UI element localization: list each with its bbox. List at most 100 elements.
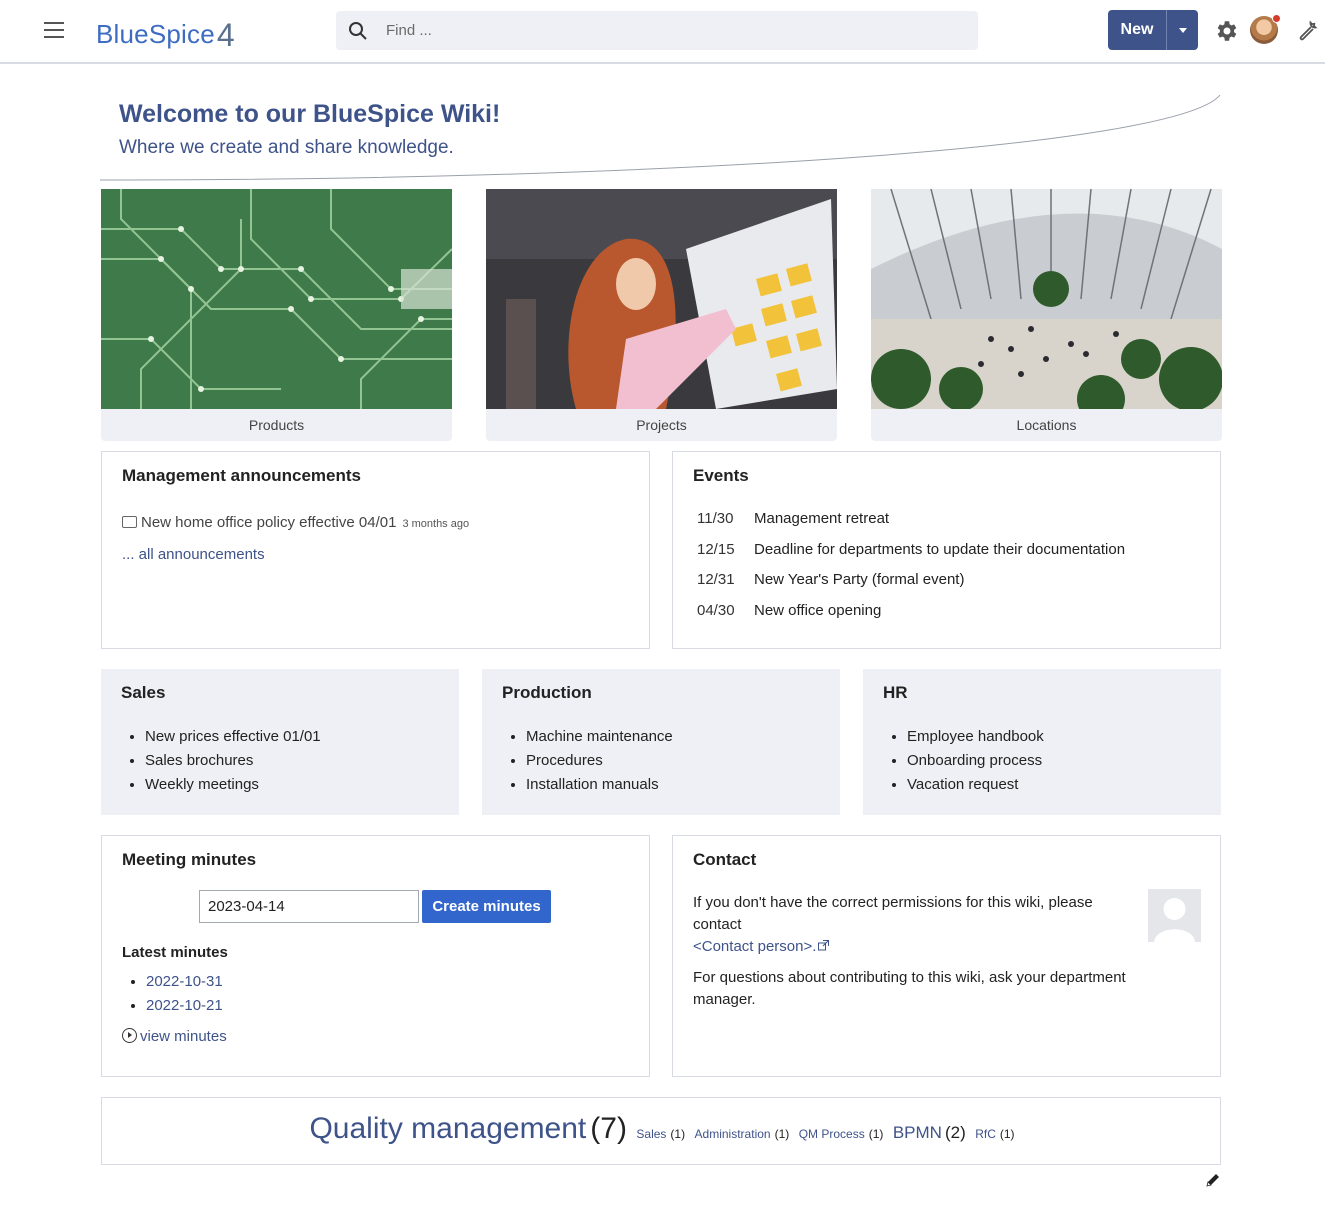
hr-panel: HR Employee handbook Onboarding process … — [863, 669, 1221, 815]
announcement-item[interactable]: New home office policy effective 04/01 3 … — [122, 514, 469, 531]
list-item: 2022-10-31 — [146, 970, 223, 994]
list-item[interactable]: Procedures — [526, 749, 673, 773]
comment-icon — [122, 516, 137, 528]
minutes-link[interactable]: 2022-10-21 — [146, 997, 223, 1014]
announcements-panel: Management announcements New home office… — [101, 451, 650, 649]
card-locations[interactable]: Locations — [871, 189, 1222, 441]
event-date: 12/31 — [697, 571, 735, 588]
card-caption: Projects — [636, 417, 687, 433]
list-item[interactable]: Installation manuals — [526, 773, 673, 797]
events-title: Events — [693, 466, 749, 485]
event-row: 04/30 New office opening — [697, 602, 1125, 633]
event-row: 12/15 Deadline for departments to update … — [697, 541, 1125, 572]
top-bar: BlueSpice4 New — [0, 0, 1325, 64]
event-text: New Year's Party (formal event) — [754, 571, 965, 588]
notification-dot — [1272, 14, 1281, 23]
production-panel: Production Machine maintenance Procedure… — [482, 669, 840, 815]
event-row: 11/30 Management retreat — [697, 510, 1125, 541]
minutes-link[interactable]: 2022-10-31 — [146, 973, 223, 990]
event-row: 12/31 New Year's Party (formal event) — [697, 571, 1125, 602]
event-date: 12/15 — [697, 540, 735, 558]
logo-number: 4 — [216, 17, 235, 53]
welcome-subtitle: Where we create and share knowledge. — [119, 137, 454, 158]
list-item[interactable]: New prices effective 01/01 — [145, 725, 321, 749]
sales-panel: Sales New prices effective 01/01 Sales b… — [101, 669, 459, 815]
contact-title: Contact — [693, 850, 757, 869]
announcement-text[interactable]: New home office policy effective 04/01 — [141, 514, 396, 531]
production-list: Machine maintenance Procedures Installat… — [526, 725, 673, 797]
contact-text-2: For questions about contributing to this… — [693, 969, 1126, 1008]
tag-count: (1) — [868, 1127, 884, 1141]
list-item[interactable]: Weekly meetings — [145, 773, 321, 797]
meeting-photo-image — [486, 189, 837, 409]
external-link-icon — [818, 940, 830, 951]
sales-list: New prices effective 01/01 Sales brochur… — [145, 725, 321, 797]
tag-count: (1) — [670, 1127, 686, 1141]
tag-rfc[interactable]: RfC — [975, 1127, 996, 1141]
tag-count: (2) — [944, 1123, 966, 1142]
list-item[interactable]: Onboarding process — [907, 749, 1044, 773]
contact-person-link[interactable]: <Contact person>. — [693, 938, 816, 955]
logo[interactable]: BlueSpice4 — [96, 14, 235, 53]
event-text: Management retreat — [754, 510, 890, 527]
latest-minutes-label: Latest minutes — [122, 944, 228, 961]
welcome-title: Welcome to our BlueSpice Wiki! — [119, 100, 501, 128]
quality-management-panel: Quality management (7) Sales (1) Administr… — [101, 1097, 1221, 1165]
events-panel: Events 11/30 Management retreat 12/15 Dead… — [672, 451, 1221, 649]
search-icon — [349, 22, 367, 40]
hr-title: HR — [883, 683, 908, 702]
user-avatar[interactable] — [1250, 14, 1281, 44]
tag-count: (1) — [999, 1127, 1015, 1141]
list-item[interactable]: Sales brochures — [145, 749, 321, 773]
meeting-minutes-panel: Meeting minutes Create minutes Latest mi… — [101, 835, 650, 1077]
atrium-photo-image — [871, 189, 1222, 409]
all-announcements-link[interactable]: ... all announcements — [122, 546, 265, 563]
meeting-minutes-title: Meeting minutes — [122, 850, 257, 869]
announcements-title: Management announcements — [122, 466, 361, 485]
view-minutes-link[interactable]: view minutes — [122, 1028, 227, 1045]
contact-avatar — [1148, 889, 1201, 942]
tag-qm-process[interactable]: QM Process — [799, 1127, 865, 1141]
wrench-icon[interactable] — [1296, 18, 1320, 42]
production-title: Production — [502, 683, 592, 702]
announcement-age: 3 months ago — [402, 518, 470, 530]
events-list: 11/30 Management retreat 12/15 Deadline fo… — [697, 510, 1125, 632]
list-item[interactable]: Vacation request — [907, 773, 1044, 797]
view-minutes-label: view minutes — [140, 1028, 227, 1045]
contact-panel: Contact If you don't have the correct pe… — [672, 835, 1221, 1077]
contact-text: If you don't have the correct permission… — [693, 892, 1143, 1020]
create-minutes-button[interactable]: Create minutes — [422, 890, 551, 923]
tag-count: (1) — [774, 1127, 790, 1141]
search-input[interactable] — [386, 11, 946, 50]
tag-cloud: Quality management (7) Sales (1) Administr… — [102, 1112, 1222, 1146]
logo-text: BlueSpice — [96, 19, 215, 49]
menu-icon[interactable] — [44, 22, 64, 40]
tag-bpmn[interactable]: BPMN — [893, 1123, 942, 1142]
circuit-board-image — [101, 189, 452, 409]
search-bar[interactable] — [336, 11, 978, 50]
card-products[interactable]: Products — [101, 189, 452, 441]
event-text: Deadline for departments to update their… — [754, 540, 1126, 558]
new-dropdown-button[interactable] — [1166, 10, 1198, 50]
card-projects[interactable]: Projects — [486, 189, 837, 441]
arrow-circle-icon — [122, 1028, 137, 1043]
list-item: 2022-10-21 — [146, 994, 223, 1018]
tag-count: (7) — [590, 1112, 627, 1145]
sales-title: Sales — [121, 683, 166, 702]
new-button[interactable]: New — [1108, 10, 1166, 50]
tag-administration[interactable]: Administration — [695, 1127, 771, 1141]
card-caption: Locations — [1016, 417, 1077, 433]
minutes-date-input[interactable] — [199, 890, 419, 923]
list-item[interactable]: Employee handbook — [907, 725, 1044, 749]
event-date: 04/30 — [697, 601, 735, 619]
tag-quality-management[interactable]: Quality management — [309, 1112, 586, 1145]
latest-minutes-list: 2022-10-31 2022-10-21 — [146, 970, 223, 1018]
gear-icon[interactable] — [1213, 18, 1239, 44]
edit-pencil-icon[interactable] — [1205, 1172, 1221, 1188]
contact-text-1: If you don't have the correct permission… — [693, 894, 1093, 933]
card-caption: Products — [248, 417, 305, 433]
hr-list: Employee handbook Onboarding process Vac… — [907, 725, 1044, 797]
list-item[interactable]: Machine maintenance — [526, 725, 673, 749]
event-date: 11/30 — [697, 510, 734, 527]
tag-sales[interactable]: Sales — [636, 1127, 666, 1141]
